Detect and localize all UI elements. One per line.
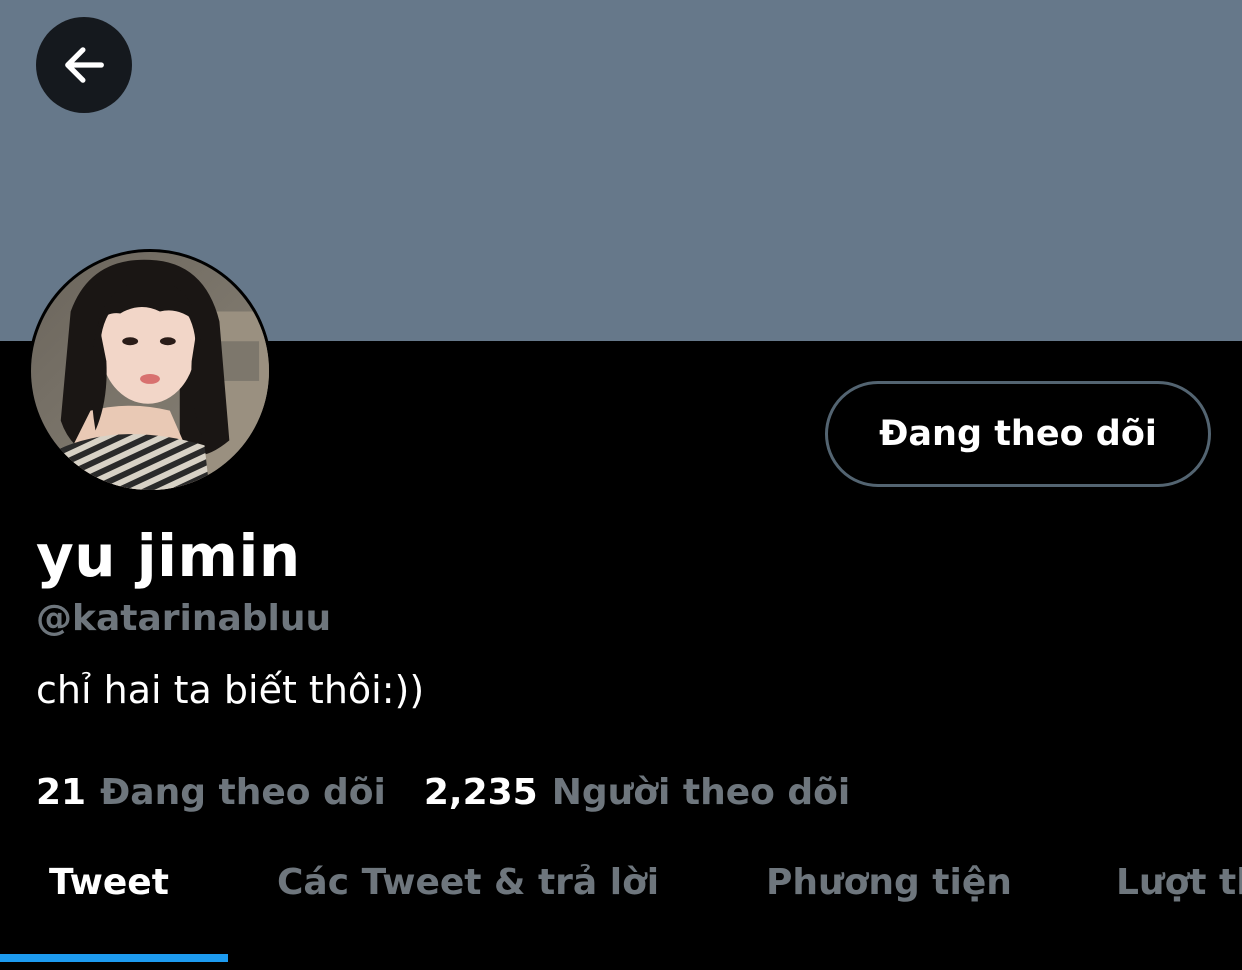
profile-tabs: Tweet Các Tweet & trả lời Phương tiện Lư… bbox=[0, 850, 1242, 970]
profile-page: Đang theo dõi yu jimin @katarinabluu chỉ… bbox=[0, 0, 1242, 970]
followers-label: Người theo dõi bbox=[551, 772, 851, 813]
following-label: Đang theo dõi bbox=[100, 772, 386, 813]
active-tab-indicator bbox=[0, 954, 228, 962]
following-button[interactable]: Đang theo dõi bbox=[825, 381, 1211, 487]
following-count: 21 bbox=[36, 772, 87, 813]
profile-stats: 21 Đang theo dõi 2,235 Người theo dõi bbox=[36, 772, 850, 813]
tab-media[interactable]: Phương tiện bbox=[766, 862, 1012, 903]
back-button[interactable] bbox=[36, 17, 132, 113]
followers-stat-link[interactable]: 2,235 Người theo dõi bbox=[424, 772, 850, 813]
tab-tweets[interactable]: Tweet bbox=[49, 862, 169, 903]
profile-bio: chỉ hai ta biết thôi:)) bbox=[36, 668, 425, 712]
tab-likes[interactable]: Lượt thích bbox=[1116, 862, 1242, 903]
profile-photo bbox=[31, 252, 269, 490]
followers-count: 2,235 bbox=[423, 772, 538, 813]
tab-tweets-and-replies[interactable]: Các Tweet & trả lời bbox=[277, 862, 659, 903]
avatar[interactable] bbox=[28, 249, 272, 493]
arrow-left-icon bbox=[65, 47, 104, 83]
following-stat-link[interactable]: 21 Đang theo dõi bbox=[36, 772, 386, 813]
user-handle: @katarinabluu bbox=[36, 598, 332, 639]
display-name: yu jimin bbox=[36, 522, 301, 590]
